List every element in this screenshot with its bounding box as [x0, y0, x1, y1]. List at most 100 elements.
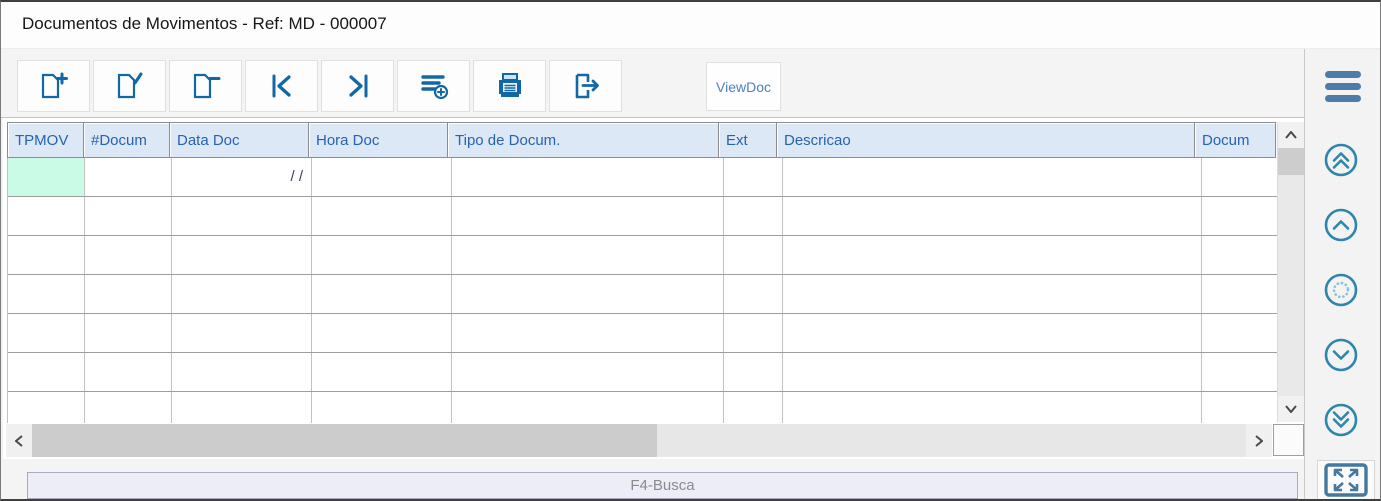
exit-button[interactable]: [549, 60, 622, 112]
delete-document-button[interactable]: [169, 60, 242, 112]
table-cell[interactable]: [1202, 353, 1277, 391]
table-cell[interactable]: [8, 353, 85, 391]
horizontal-scrollbar-thumb[interactable]: [32, 424, 657, 457]
table-cell[interactable]: [1202, 275, 1277, 313]
table-cell[interactable]: [172, 275, 312, 313]
table-cell[interactable]: [783, 236, 1202, 274]
toolbar-button-group: [17, 60, 622, 112]
table-cell[interactable]: [724, 158, 783, 196]
edit-document-button[interactable]: [93, 60, 166, 112]
scroll-next-button[interactable]: [1323, 337, 1359, 373]
table-cell[interactable]: [312, 158, 452, 196]
column-header-descricao[interactable]: Descricao: [776, 122, 1195, 158]
scroll-previous-button[interactable]: [1323, 207, 1359, 243]
table-cell[interactable]: [1202, 314, 1277, 352]
table-cell[interactable]: [724, 392, 783, 423]
double-chevron-down-icon: [1323, 402, 1359, 438]
table-cell[interactable]: [312, 314, 452, 352]
scrollbar-corner: [1273, 424, 1304, 456]
table-cell[interactable]: [452, 236, 724, 274]
scroll-last-button[interactable]: [1323, 402, 1359, 438]
column-header-docum[interactable]: Docum: [1194, 122, 1276, 158]
table-cell[interactable]: [312, 392, 452, 423]
chevron-up-icon: [1323, 207, 1359, 243]
last-record-button[interactable]: [321, 60, 394, 112]
table-cell[interactable]: [172, 197, 312, 235]
viewdoc-button[interactable]: ViewDoc: [706, 62, 781, 111]
table-cell[interactable]: [8, 197, 85, 235]
table-cell[interactable]: [172, 236, 312, 274]
column-header-data-doc[interactable]: Data Doc: [169, 122, 309, 158]
table-cell[interactable]: [783, 392, 1202, 423]
title-bar: Documentos de Movimentos - Ref: MD - 000…: [1, 2, 1380, 49]
horizontal-scrollbar[interactable]: [6, 424, 1272, 457]
table-cell[interactable]: [312, 197, 452, 235]
table-cell[interactable]: [783, 314, 1202, 352]
menu-button[interactable]: [1313, 59, 1373, 113]
table-cell[interactable]: [1202, 236, 1277, 274]
table-cell[interactable]: [1202, 158, 1277, 196]
exit-door-icon: [570, 72, 602, 100]
table-cell[interactable]: [85, 314, 172, 352]
table-cell[interactable]: [783, 158, 1202, 196]
column-header--docum[interactable]: #Docum: [83, 122, 170, 158]
scroll-up-arrow-icon[interactable]: [1278, 122, 1304, 148]
window-title: Documentos de Movimentos - Ref: MD - 000…: [1, 2, 1380, 34]
table-cell[interactable]: [8, 275, 85, 313]
table-cell[interactable]: [172, 392, 312, 423]
table-cell[interactable]: [724, 275, 783, 313]
table-cell[interactable]: [783, 275, 1202, 313]
table-cell[interactable]: [1202, 392, 1277, 423]
grid-header-row: TPMOV#DocumData DocHora DocTipo de Docum…: [7, 122, 1277, 158]
vertical-scrollbar[interactable]: [1277, 122, 1304, 422]
table-cell[interactable]: [724, 353, 783, 391]
table-cell[interactable]: [85, 392, 172, 423]
table-cell[interactable]: [452, 158, 724, 196]
table-cell[interactable]: [8, 158, 85, 196]
add-list-button[interactable]: [397, 60, 470, 112]
table-cell[interactable]: [85, 353, 172, 391]
first-record-icon: [267, 72, 297, 100]
table-cell[interactable]: [452, 353, 724, 391]
table-cell[interactable]: [8, 314, 85, 352]
table-cell[interactable]: [8, 236, 85, 274]
print-button[interactable]: [473, 60, 546, 112]
scroll-first-button[interactable]: [1323, 142, 1359, 178]
column-header-tipo-de-docum-[interactable]: Tipo de Docum.: [447, 122, 719, 158]
table-cell[interactable]: [724, 197, 783, 235]
table-row: [8, 275, 1277, 314]
expand-window-button[interactable]: [1317, 460, 1375, 500]
scroll-current-button[interactable]: [1323, 272, 1359, 308]
vertical-scrollbar-thumb[interactable]: [1278, 148, 1304, 175]
table-cell[interactable]: [452, 314, 724, 352]
table-cell[interactable]: [85, 236, 172, 274]
column-header-ext[interactable]: Ext: [718, 122, 777, 158]
table-cell[interactable]: [312, 353, 452, 391]
table-cell[interactable]: [452, 197, 724, 235]
table-cell[interactable]: [1202, 197, 1277, 235]
table-cell[interactable]: [85, 197, 172, 235]
table-cell[interactable]: [312, 236, 452, 274]
column-header-hora-doc[interactable]: Hora Doc: [308, 122, 448, 158]
scroll-right-arrow-icon[interactable]: [1246, 424, 1272, 457]
document-minus-icon: [189, 71, 223, 101]
table-cell[interactable]: [783, 353, 1202, 391]
status-bar: F4-Busca: [27, 472, 1298, 499]
table-cell[interactable]: [85, 275, 172, 313]
table-cell[interactable]: [85, 158, 172, 196]
scroll-down-arrow-icon[interactable]: [1278, 396, 1304, 422]
table-cell[interactable]: [724, 236, 783, 274]
new-document-button[interactable]: [17, 60, 90, 112]
table-cell[interactable]: [452, 392, 724, 423]
table-cell[interactable]: [8, 392, 85, 423]
table-cell[interactable]: [452, 275, 724, 313]
scroll-left-arrow-icon[interactable]: [6, 424, 32, 457]
table-cell[interactable]: [783, 197, 1202, 235]
first-record-button[interactable]: [245, 60, 318, 112]
table-cell[interactable]: / /: [172, 158, 312, 196]
column-header-tpmov[interactable]: TPMOV: [7, 122, 84, 158]
table-cell[interactable]: [172, 353, 312, 391]
table-cell[interactable]: [724, 314, 783, 352]
table-cell[interactable]: [172, 314, 312, 352]
table-cell[interactable]: [312, 275, 452, 313]
